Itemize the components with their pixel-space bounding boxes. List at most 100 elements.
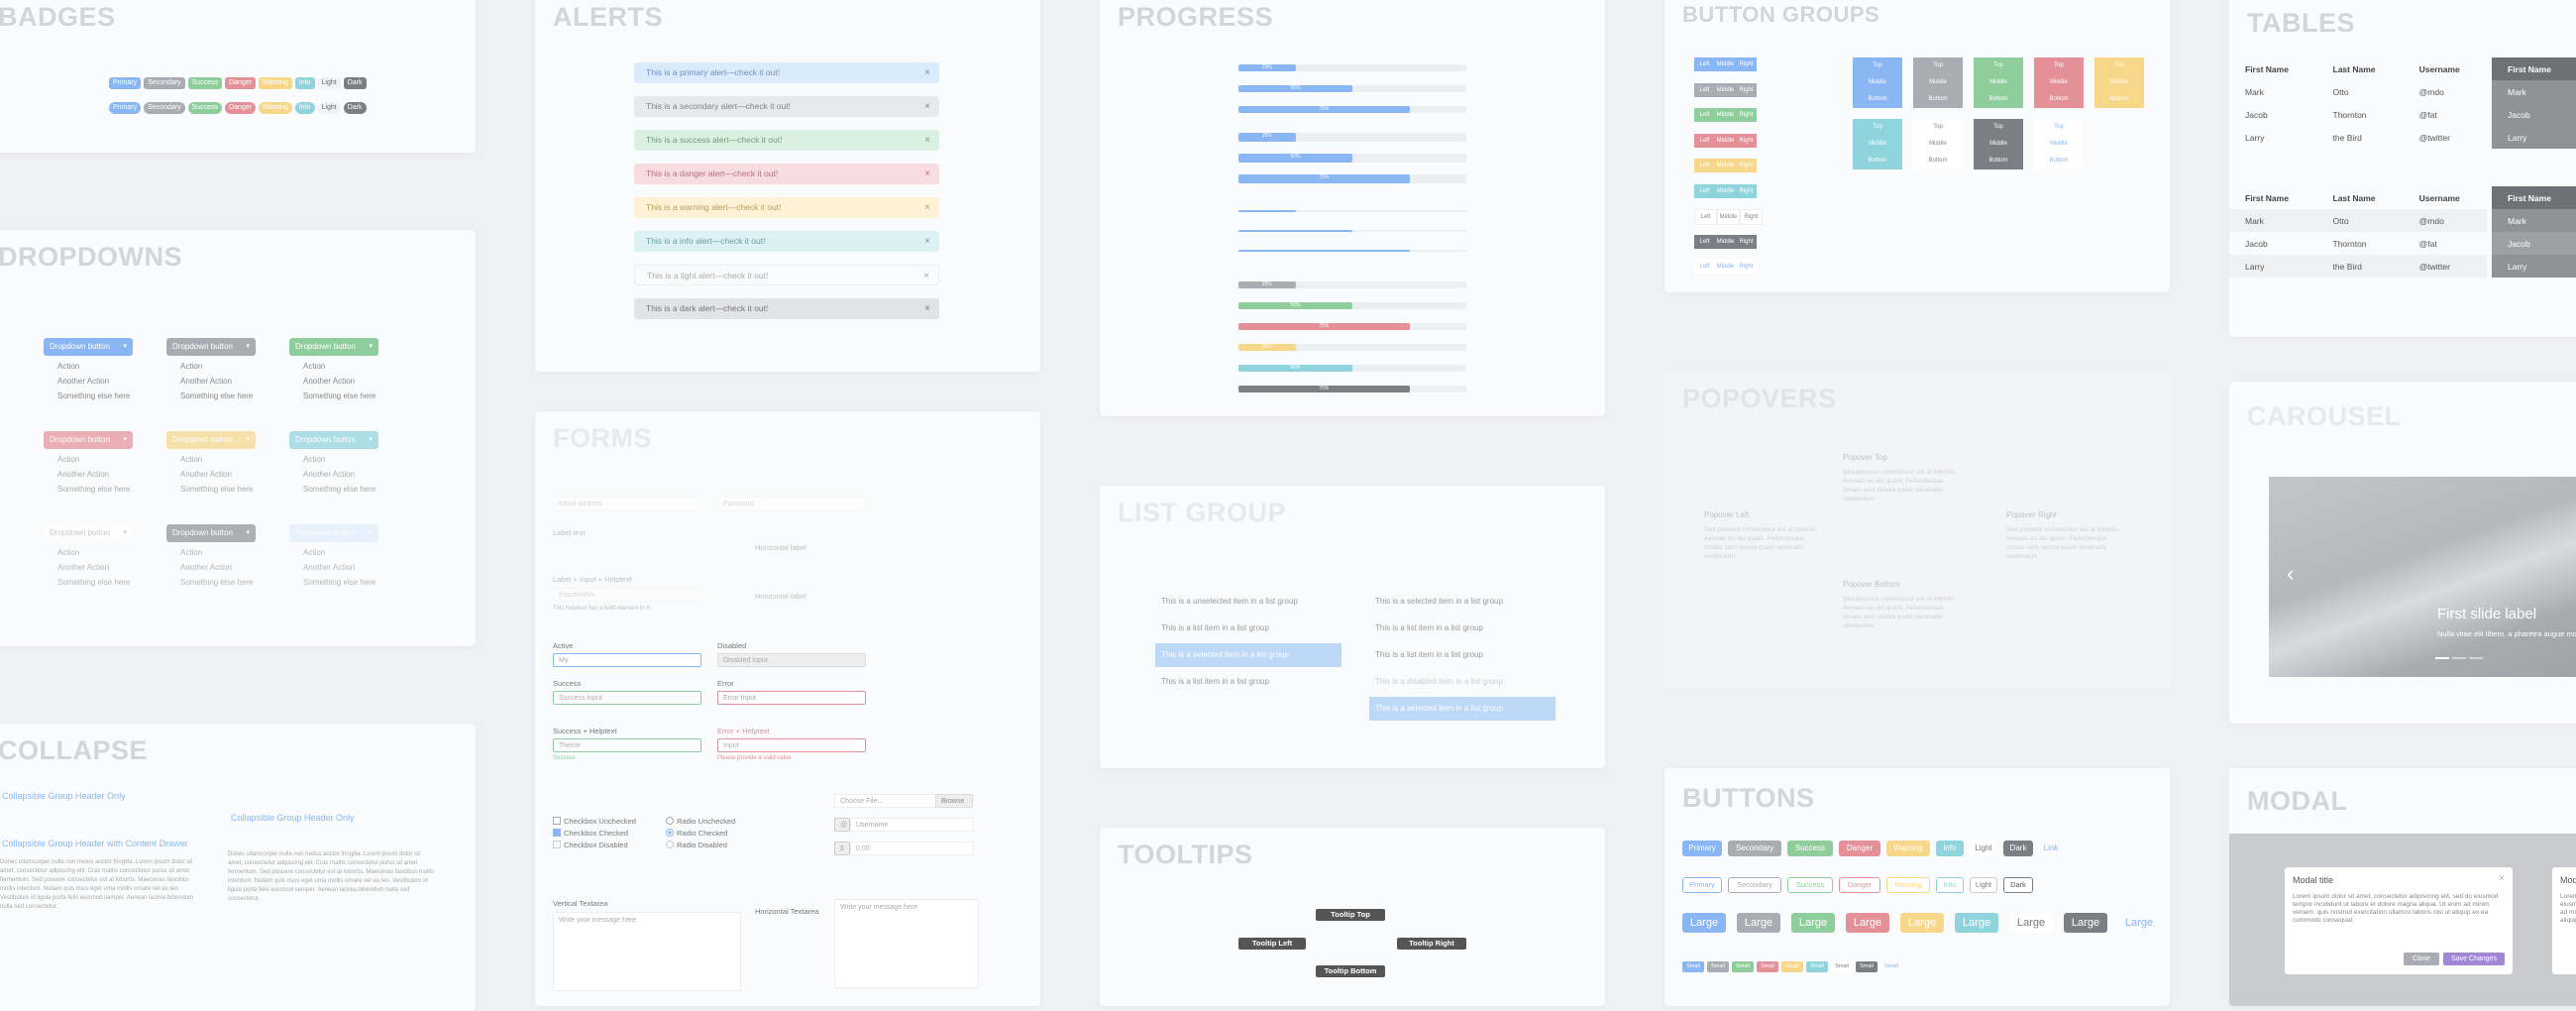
vertical-button-group-item[interactable]: Bottom (1913, 153, 1963, 169)
small-button[interactable]: Small (1831, 961, 1853, 972)
dropdown-menu-item[interactable]: Another Action (57, 467, 133, 482)
button-group-item[interactable]: Right (1736, 183, 1757, 198)
large-button[interactable]: Large (1846, 913, 1889, 933)
dropdown-menu-item[interactable]: Something else here (180, 575, 256, 590)
large-button[interactable]: Large (1955, 913, 1998, 933)
button[interactable]: Primary (1682, 841, 1722, 856)
button-group-item[interactable]: Right (1736, 133, 1757, 148)
dropdown-menu-item[interactable]: Action (57, 359, 133, 374)
vertical-button-group-item[interactable]: Middle (1853, 136, 1902, 153)
dropdown-menu-item[interactable]: Action (303, 452, 378, 467)
dropdown-menu-item[interactable]: Something else here (303, 482, 378, 497)
button-group-item[interactable]: Left (1694, 57, 1715, 71)
dropdown-menu-item[interactable]: Action (180, 359, 256, 374)
vertical-button-group-item[interactable]: Middle (2034, 136, 2084, 153)
list-item[interactable]: This is a unselected item in a list grou… (1155, 590, 1342, 614)
placeholder-field[interactable]: Placeholder (553, 588, 701, 602)
close-icon[interactable]: × (924, 62, 930, 83)
dropdown-menu-item[interactable]: Action (57, 545, 133, 560)
button[interactable]: Light (1970, 841, 1997, 856)
success-helptext-field[interactable]: Theme (553, 738, 701, 752)
vertical-button-group-item[interactable]: Bottom (2034, 153, 2084, 169)
list-item[interactable]: This is a list item in a list group (1155, 617, 1342, 640)
close-icon[interactable]: × (924, 197, 930, 218)
carousel-indicators[interactable] (2435, 657, 2483, 659)
file-input[interactable]: Choose File... (834, 794, 939, 808)
error-helptext-field[interactable]: Input (717, 738, 866, 752)
dropdown-menu-item[interactable]: Another Action (180, 467, 256, 482)
dropdown-button[interactable]: Dropdown button ▾ (166, 338, 256, 356)
modal-save-button[interactable]: Save Changes (2443, 953, 2505, 965)
vertical-button-group-item[interactable]: Bottom (2034, 91, 2084, 108)
vertical-button-group-item[interactable]: Top (1913, 119, 1963, 136)
dropdown-menu-item[interactable]: Action (303, 359, 378, 374)
small-button[interactable]: Small (1856, 961, 1878, 972)
modal-close-button[interactable]: Close (2404, 953, 2439, 965)
password-field[interactable]: Password (717, 497, 866, 510)
large-button[interactable]: Large (1791, 913, 1835, 933)
collapse-header-2[interactable]: Collapsible Group Header with Content Dr… (2, 839, 188, 848)
button[interactable]: Info (1936, 841, 1964, 856)
button-group-item[interactable]: Left (1694, 133, 1715, 148)
dropdown-menu-item[interactable]: Action (57, 452, 133, 467)
success-field[interactable]: Success Input (553, 691, 701, 705)
dropdown-menu-item[interactable]: Another Action (303, 374, 378, 389)
browse-button[interactable]: Browse (935, 794, 973, 808)
button-group-item[interactable]: Right (1736, 260, 1757, 274)
outline-button[interactable]: Warning (1886, 877, 1930, 893)
large-button[interactable]: Large (1737, 913, 1780, 933)
list-item[interactable]: This is a disabled item in a list group (1369, 670, 1556, 694)
dropdown-menu-item[interactable]: Action (180, 452, 256, 467)
vertical-button-group-item[interactable]: Bottom (1853, 153, 1902, 169)
list-item[interactable]: This is a selected item in a list group (1155, 643, 1342, 667)
dropdown-menu-item[interactable]: Something else here (57, 482, 133, 497)
button-group-item[interactable]: Left (1694, 108, 1715, 122)
dropdown-menu-item[interactable]: Another Action (57, 374, 133, 389)
modal-close-icon[interactable]: × (2499, 873, 2505, 884)
vertical-button-group-item[interactable]: Top (1853, 119, 1902, 136)
vertical-button-group-item[interactable]: Middle (2094, 74, 2144, 91)
dropdown-button[interactable]: Dropdown button ▾ (289, 338, 378, 356)
button-group-item[interactable]: Right (1736, 82, 1757, 97)
small-button[interactable]: Small (1682, 961, 1704, 972)
close-icon[interactable]: × (924, 231, 930, 252)
close-icon[interactable]: × (924, 130, 930, 151)
vertical-textarea[interactable]: Write your message here (553, 912, 741, 991)
dropdown-menu-item[interactable]: Action (180, 545, 256, 560)
close-icon[interactable]: × (923, 266, 929, 286)
button-group-item[interactable]: Right (1736, 108, 1757, 122)
small-button[interactable]: Small (1806, 961, 1828, 972)
button-group-item[interactable]: Left (1694, 234, 1715, 249)
vertical-button-group-item[interactable]: Top (1913, 57, 1963, 74)
button-group-item[interactable]: Middle (1717, 209, 1740, 225)
active-field[interactable]: My (553, 653, 701, 667)
vertical-button-group-item[interactable]: Middle (1974, 74, 2023, 91)
horizontal-textarea[interactable]: Write your message here (834, 899, 979, 988)
vertical-button-group-item[interactable]: Middle (2034, 74, 2084, 91)
dropdown-menu-item[interactable]: Something else here (303, 389, 378, 403)
small-button[interactable]: Small (1732, 961, 1754, 972)
close-icon[interactable]: × (924, 164, 930, 184)
button-group-item[interactable]: Right (1736, 57, 1757, 71)
button[interactable]: Dark (2003, 841, 2033, 856)
checkbox-checked[interactable]: Checkbox Checked (553, 829, 628, 838)
list-item[interactable]: This is a selected item in a list group (1369, 590, 1556, 614)
vertical-button-group-item[interactable]: Top (1974, 57, 2023, 74)
email-field[interactable]: Email address (553, 497, 701, 510)
button-group-item[interactable]: Left (1694, 183, 1715, 198)
carousel-indicator-3[interactable] (2469, 657, 2483, 659)
checkbox-unchecked[interactable]: Checkbox Unchecked (553, 817, 636, 826)
button-group-item[interactable]: Middle (1715, 260, 1736, 274)
button[interactable]: Secondary (1728, 841, 1781, 856)
button-group-item[interactable]: Middle (1715, 82, 1736, 97)
vertical-button-group-item[interactable]: Top (2034, 119, 2084, 136)
vertical-button-group-item[interactable]: Bottom (2094, 91, 2144, 108)
vertical-button-group-item[interactable]: Top (2094, 57, 2144, 74)
vertical-button-group-item[interactable]: Bottom (1853, 91, 1902, 108)
outline-button[interactable]: Secondary (1728, 877, 1781, 893)
close-icon[interactable]: × (924, 96, 930, 117)
button-group-item[interactable]: Right (1736, 159, 1757, 172)
dropdown-menu-item[interactable]: Another Action (303, 467, 378, 482)
dropdown-button[interactable]: Dropdown button ▾ (44, 338, 133, 356)
button-group-item[interactable]: Left (1694, 159, 1715, 172)
